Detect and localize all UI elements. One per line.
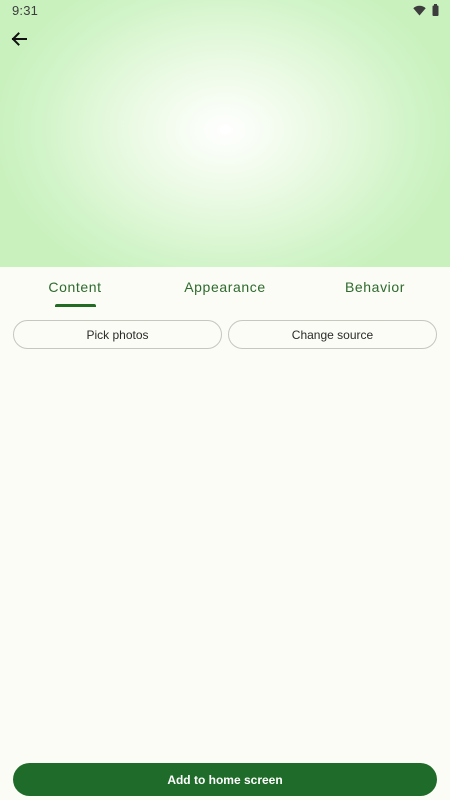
tab-appearance-label: Appearance (184, 279, 266, 295)
back-button[interactable] (4, 26, 34, 56)
status-time: 9:31 (12, 3, 39, 18)
add-to-home-screen-button[interactable]: Add to home screen (13, 763, 437, 796)
tab-indicator (55, 304, 96, 307)
tab-bar: Content Appearance Behavior (0, 267, 450, 309)
widget-preview (0, 0, 450, 267)
status-bar: 9:31 (0, 0, 450, 22)
add-to-home-screen-label: Add to home screen (167, 772, 283, 787)
battery-icon (432, 3, 439, 21)
tab-content[interactable]: Content (0, 267, 150, 309)
change-source-button[interactable]: Change source (228, 320, 437, 349)
tab-appearance[interactable]: Appearance (150, 267, 300, 309)
tab-content-label: Content (48, 279, 102, 295)
pick-photos-label: Pick photos (86, 327, 149, 342)
arrow-left-icon (10, 30, 28, 53)
pick-photos-button[interactable]: Pick photos (13, 320, 222, 349)
tab-behavior[interactable]: Behavior (300, 267, 450, 309)
status-icons (413, 3, 439, 21)
wifi-icon (413, 3, 426, 21)
change-source-label: Change source (291, 327, 374, 342)
tab-behavior-label: Behavior (344, 279, 406, 295)
